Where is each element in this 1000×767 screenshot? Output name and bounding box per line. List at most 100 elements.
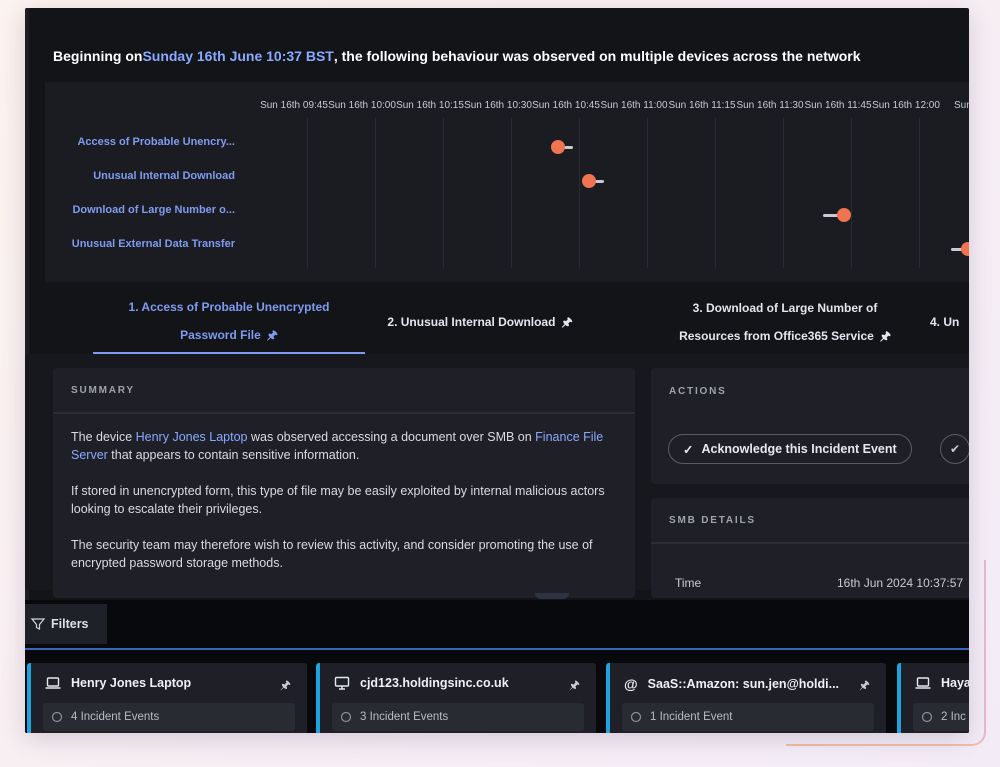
incident-header: Beginning on Sunday 16th June 10:37 BST … — [25, 30, 969, 82]
timeline-tick: Sun 16th 12:00 — [872, 100, 940, 111]
summary-text: was observed accessing a document over S… — [247, 430, 536, 444]
acknowledge-label: Acknowledge this Incident Event — [701, 442, 897, 456]
summary-text: that appears to contain sensitive inform… — [107, 448, 360, 462]
timeline-gridline — [851, 118, 852, 268]
device-name: Haya — [941, 676, 969, 690]
incident-event-count[interactable]: 3 Incident Events — [332, 703, 584, 731]
chat-icon — [340, 711, 352, 723]
tab-label: 4. Un — [930, 315, 960, 329]
summary-text: The device — [71, 430, 136, 444]
timeline-tick: Sun 16th 11:30 — [736, 100, 804, 111]
pin-icon[interactable]: 🖈 — [280, 676, 291, 697]
timeline-tick: Sun 16th 11:15 — [668, 100, 736, 111]
laptop-icon — [915, 676, 931, 690]
pin-icon[interactable]: 🖈 — [569, 676, 580, 697]
header-suffix: , the following behaviour was observed o… — [333, 48, 861, 64]
header-prefix: Beginning on — [53, 48, 143, 64]
incident-event-count[interactable]: 1 Incident Event — [622, 703, 874, 731]
event-marker[interactable] — [582, 174, 596, 188]
chat-icon — [921, 711, 933, 723]
incident-count-label: 1 Incident Event — [650, 711, 733, 723]
device-card[interactable]: Haya 2 Inc — [897, 663, 969, 733]
tab-event-4[interactable]: 4. Un — [930, 290, 969, 354]
timeline-gridline — [919, 118, 920, 268]
filter-icon — [31, 617, 45, 631]
timeline-row-label[interactable]: Unusual Internal Download — [35, 170, 235, 182]
incident-window: Beginning on Sunday 16th June 10:37 BST … — [25, 8, 969, 733]
device-name-row: @ SaaS::Amazon: sun.jen@holdi... — [624, 676, 846, 692]
device-name-row: cjd123.holdingsinc.co.uk — [334, 676, 556, 690]
device-name-row: Henry Jones Laptop — [45, 676, 267, 690]
device-name-row: Haya — [915, 676, 969, 690]
summary-paragraph: The security team may therefore wish to … — [71, 538, 593, 570]
timeline-gridline — [579, 118, 580, 268]
timeline-gridline — [647, 118, 648, 268]
timeline-gridline — [375, 118, 376, 268]
tab-event-1[interactable]: 1. Access of Probable Unencrypted Passwo… — [93, 290, 365, 354]
timeline-row-label[interactable]: Unusual External Data Transfer — [35, 238, 235, 250]
event-details: SUMMARY The device Henry Jones Laptop wa… — [25, 354, 969, 598]
event-timeline: Sun 16th 09:45 Sun 16th 10:00 Sun 16th 1… — [45, 82, 969, 282]
smb-time-row: Time 16th Jun 2024 10:37:57 — [675, 576, 969, 590]
resize-handle[interactable] — [535, 593, 569, 599]
device-card[interactable]: Henry Jones Laptop 🖈 4 Incident Events — [27, 663, 307, 733]
device-card[interactable]: @ SaaS::Amazon: sun.jen@holdi... 🖈 1 Inc… — [606, 663, 886, 733]
device-card[interactable]: cjd123.holdingsinc.co.uk 🖈 3 Incident Ev… — [316, 663, 596, 733]
chat-icon — [51, 711, 63, 723]
device-name: cjd123.holdingsinc.co.uk — [360, 676, 509, 690]
acknowledge-all-button[interactable]: ✔ — [940, 434, 969, 464]
filters-button[interactable]: Filters — [25, 604, 107, 644]
laptop-icon — [45, 676, 61, 690]
header-date[interactable]: Sunday 16th June 10:37 BST — [142, 48, 333, 64]
device-link[interactable]: Henry Jones Laptop — [136, 430, 248, 444]
timeline-tick: Sun 16th — [953, 100, 969, 111]
incident-count-label: 2 Inc — [941, 711, 966, 723]
summary-body: The device Henry Jones Laptop was observ… — [53, 414, 635, 598]
filters-divider — [25, 648, 969, 650]
timeline-axis: Sun 16th 09:45 Sun 16th 10:00 Sun 16th 1… — [260, 100, 969, 116]
timeline-tick: Sun 16th 10:00 — [328, 100, 396, 111]
timeline-row-label[interactable]: Access of Probable Unencry... — [35, 136, 235, 148]
timeline-gridline — [443, 118, 444, 268]
tab-event-2[interactable]: 2. Unusual Internal Download 🖈 — [370, 290, 590, 354]
pin-icon[interactable]: 🖈 — [880, 322, 891, 350]
event-marker[interactable] — [551, 140, 565, 154]
check-icon: ✓ — [683, 442, 694, 457]
smb-time-label: Time — [675, 576, 702, 590]
incident-count-label: 4 Incident Events — [71, 711, 160, 723]
smb-details-panel: SMB DETAILS Time 16th Jun 2024 10:37:57 — [651, 498, 969, 598]
double-check-icon: ✔ — [949, 442, 961, 456]
device-name: Henry Jones Laptop — [71, 676, 192, 690]
timeline-gridline — [715, 118, 716, 268]
pin-icon[interactable]: 🖈 — [859, 676, 870, 697]
timeline-tick: Sun 16th 11:45 — [804, 100, 872, 111]
desktop-icon — [334, 676, 350, 690]
summary-panel: SUMMARY The device Henry Jones Laptop wa… — [53, 368, 635, 598]
pin-icon[interactable]: 🖈 — [561, 308, 572, 336]
timeline-row-label[interactable]: Download of Large Number o... — [35, 204, 235, 216]
incident-event-count[interactable]: 4 Incident Events — [43, 703, 295, 731]
tab-event-3[interactable]: 3. Download of Large Number of Resources… — [655, 290, 915, 354]
smb-time-value: 16th Jun 2024 10:37:57 — [837, 576, 964, 590]
timeline-tick: Sun 16th 10:45 — [532, 100, 600, 111]
acknowledge-button[interactable]: ✓ Acknowledge this Incident Event — [668, 434, 912, 464]
filters-label: Filters — [51, 617, 89, 631]
timeline-tick: Sun 16th 10:30 — [464, 100, 532, 111]
summary-title: SUMMARY — [53, 368, 635, 414]
at-icon: @ — [624, 676, 638, 692]
chat-icon — [630, 711, 642, 723]
event-tabs: 1. Access of Probable Unencrypted Passwo… — [25, 290, 969, 360]
timeline-tick: Sun 16th 09:45 — [260, 100, 328, 111]
device-name: SaaS::Amazon: sun.jen@holdi... — [647, 677, 840, 691]
event-marker[interactable] — [961, 242, 969, 256]
incident-event-count[interactable]: 2 Inc — [913, 703, 969, 731]
actions-title: ACTIONS — [669, 385, 727, 397]
event-marker[interactable] — [837, 208, 851, 222]
tab-label: 2. Unusual Internal Download — [387, 315, 556, 329]
incident-count-label: 3 Incident Events — [360, 711, 449, 723]
devices-area: Filters Henry Jones Laptop 🖈 4 Incident … — [25, 600, 969, 733]
tab-label: 3. Download of Large Number of Resources… — [679, 301, 878, 343]
timeline-gridline — [307, 118, 308, 268]
summary-paragraph: If stored in unencrypted form, this type… — [71, 484, 605, 516]
pin-icon[interactable]: 🖈 — [267, 321, 278, 349]
